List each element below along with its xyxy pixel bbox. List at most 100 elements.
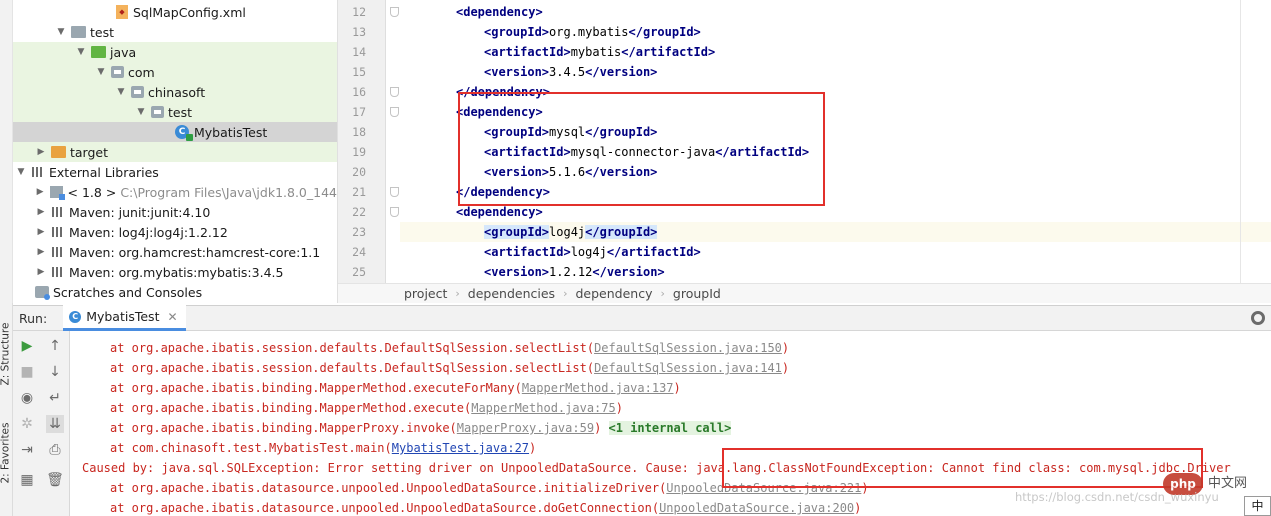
xml-value: org.mybatis	[549, 25, 629, 39]
code-line[interactable]: <version>3.4.5</version>	[400, 62, 1271, 82]
stack-trace-link[interactable]: DefaultSqlSession.java:141	[594, 361, 782, 375]
scroll-to-end-icon[interactable]: ⇊	[46, 415, 64, 433]
chevron-down-icon[interactable]: ▼	[55, 26, 67, 38]
breadcrumb-item[interactable]: groupId	[673, 286, 721, 301]
soft-wrap-icon[interactable]: ↵	[46, 389, 64, 407]
camera-icon[interactable]: ◉	[18, 389, 36, 407]
tree-item-maven-mybatis[interactable]: ▶ Maven: org.mybatis:mybatis:3.4.5	[13, 262, 337, 282]
chevron-right-icon[interactable]: ▶	[35, 266, 47, 278]
xml-tag: <artifactId>	[484, 245, 571, 259]
fold-toggle-icon[interactable]	[390, 7, 399, 17]
fold-toggle-icon[interactable]	[390, 87, 399, 97]
stack-trace-link[interactable]: MybatisTest.java:27	[392, 441, 529, 455]
run-tab-mybatistest[interactable]: C MybatisTest ✕	[63, 305, 186, 331]
chevron-right-icon: ›	[660, 287, 665, 300]
xml-tag: <dependency>	[456, 5, 543, 19]
layout-icon[interactable]: ▦	[18, 471, 36, 489]
xml-tag: </version>	[585, 65, 658, 79]
line-number: 15	[352, 65, 366, 79]
tree-item-target[interactable]: ▶ target	[13, 142, 337, 162]
tree-item-external-libraries[interactable]: ▼ External Libraries	[13, 162, 337, 182]
chevron-down-icon[interactable]: ▼	[95, 66, 107, 78]
line-number: 12	[352, 5, 366, 19]
favorites-tool-tab[interactable]: 2: Favorites	[0, 423, 13, 484]
tree-item-test[interactable]: ▼ test	[13, 22, 337, 42]
stack-trace-link[interactable]: MapperMethod.java:137	[522, 381, 674, 395]
run-toolbar: ▶ ↑ ■ ↓ ◉ ↵ ✲ ⇊ ⇥ ⎙ ▦ 🗑	[13, 331, 70, 516]
chevron-right-icon[interactable]: ▶	[34, 186, 46, 198]
tree-item-scratches[interactable]: Scratches and Consoles	[13, 282, 337, 302]
bug-icon[interactable]: ✲	[18, 415, 36, 433]
code-line[interactable]: <version>1.2.12</version>	[400, 262, 1271, 282]
arrow-down-icon[interactable]: ↓	[46, 363, 64, 381]
chevron-right-icon[interactable]: ▶	[35, 246, 47, 258]
chevron-right-icon: ›	[455, 287, 460, 300]
ime-indicator[interactable]: 中	[1244, 496, 1271, 516]
print-icon[interactable]: ⎙	[46, 441, 64, 459]
run-tab-label: MybatisTest	[86, 309, 160, 324]
tree-item-mybatistest[interactable]: C MybatisTest	[13, 122, 337, 142]
package-icon	[131, 86, 144, 98]
rerun-icon[interactable]: ▶	[18, 337, 36, 355]
breadcrumb-item[interactable]: dependency	[575, 286, 652, 301]
library-icon	[31, 166, 45, 178]
tree-item-maven-junit[interactable]: ▶ Maven: junit:junit:4.10	[13, 202, 337, 222]
tree-item-com[interactable]: ▼ com	[13, 62, 337, 82]
xml-tag-matched: <groupId>	[484, 225, 550, 239]
chevron-right-icon[interactable]: ▶	[35, 146, 47, 158]
exit-icon[interactable]: ⇥	[18, 441, 36, 459]
tree-gutter	[0, 0, 13, 303]
code-line[interactable]: <artifactId>log4j</artifactId>	[400, 242, 1271, 262]
fold-toggle-icon[interactable]	[390, 107, 399, 117]
console-line: at org.apache.ibatis.binding.MapperProxy…	[110, 421, 732, 435]
chevron-down-icon[interactable]: ▼	[15, 166, 27, 178]
chevron-right-icon[interactable]: ▶	[35, 206, 47, 218]
structure-tool-tab[interactable]: Z: Structure	[0, 323, 13, 386]
breadcrumb-item[interactable]: project	[404, 286, 447, 301]
console-line: at org.apache.ibatis.datasource.unpooled…	[110, 501, 862, 515]
tree-item-label: External Libraries	[49, 164, 159, 180]
delete-icon[interactable]: 🗑	[46, 471, 64, 489]
internal-call-fold[interactable]: <1 internal call>	[608, 421, 732, 435]
tree-item-java[interactable]: ▼ java	[13, 42, 337, 62]
chevron-right-icon[interactable]: ▶	[35, 226, 47, 238]
fold-toggle-icon[interactable]	[390, 187, 399, 197]
chevron-down-icon[interactable]: ▼	[135, 106, 147, 118]
chevron-down-icon[interactable]: ▼	[115, 86, 127, 98]
tree-item-jdk[interactable]: ▶ < 1.8 > C:\Program Files\Java\jdk1.8.0…	[13, 182, 337, 202]
line-number: 23	[352, 225, 366, 239]
xml-tag: <version>	[484, 65, 550, 79]
stop-icon[interactable]: ■	[18, 363, 36, 381]
stack-trace-link[interactable]: MapperProxy.java:59	[457, 421, 594, 435]
console-line: at org.apache.ibatis.binding.MapperMetho…	[110, 381, 681, 395]
java-class-icon: C	[69, 310, 82, 323]
arrow-up-icon[interactable]: ↑	[46, 337, 64, 355]
gear-icon[interactable]	[1251, 311, 1265, 325]
jdk-icon	[49, 186, 65, 200]
library-icon	[51, 266, 65, 278]
console-output[interactable]: at org.apache.ibatis.session.defaults.De…	[70, 331, 1271, 516]
xml-tag: <version>	[484, 265, 550, 279]
highlight-box-class-not-found	[722, 448, 1203, 488]
xml-value: 3.4.5	[549, 65, 586, 79]
tree-item-maven-hamcrest[interactable]: ▶ Maven: org.hamcrest:hamcrest-core:1.1	[13, 242, 337, 262]
tree-item-maven-log4j[interactable]: ▶ Maven: log4j:log4j:1.2.12	[13, 222, 337, 242]
tree-item-label: java	[110, 44, 137, 60]
code-line[interactable]: <dependency>	[400, 2, 1271, 22]
stack-trace-link[interactable]: MapperMethod.java:75	[471, 401, 616, 415]
close-icon[interactable]: ✕	[167, 310, 177, 324]
code-line[interactable]: <artifactId>mybatis</artifactId>	[400, 42, 1271, 62]
code-line[interactable]: <groupId>org.mybatis</groupId>	[400, 22, 1271, 42]
tree-item-chinasoft[interactable]: ▼ chinasoft	[13, 82, 337, 102]
chevron-down-icon[interactable]: ▼	[75, 46, 87, 58]
xml-tag-matched: </groupId>	[585, 225, 658, 239]
breadcrumb-item[interactable]: dependencies	[468, 286, 555, 301]
tree-item-test-package[interactable]: ▼ test	[13, 102, 337, 122]
line-number: 18	[352, 125, 366, 139]
fold-toggle-icon[interactable]	[390, 207, 399, 217]
stack-trace-link[interactable]: DefaultSqlSession.java:150	[594, 341, 782, 355]
stack-trace-link[interactable]: UnpooledDataSource.java:200	[659, 501, 854, 515]
tree-item-sqlmapconfig[interactable]: ◆ SqlMapConfig.xml	[13, 2, 337, 22]
folder-icon	[71, 26, 86, 38]
code-line-current[interactable]: <groupId>log4j</groupId>	[400, 222, 1271, 242]
